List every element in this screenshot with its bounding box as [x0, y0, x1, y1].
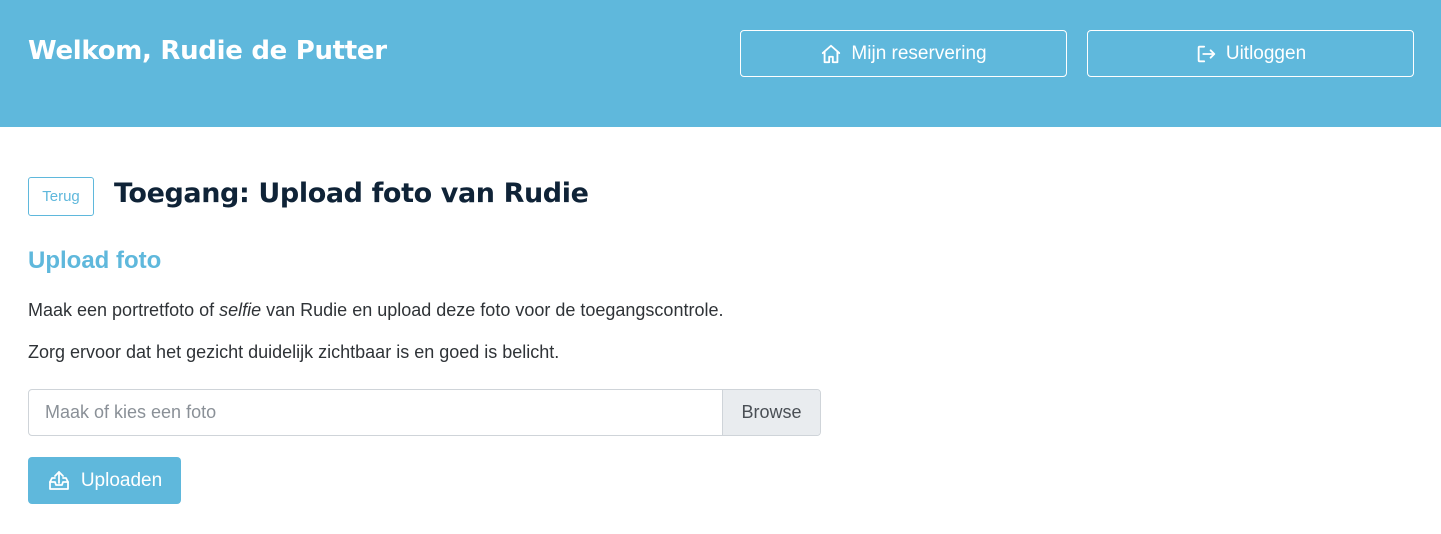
home-icon	[820, 43, 842, 65]
my-reservation-label: Mijn reservering	[851, 42, 987, 64]
my-reservation-button[interactable]: Mijn reservering	[740, 30, 1067, 77]
photo-file-input[interactable]: Maak of kies een foto Browse	[28, 389, 821, 436]
top-bar: Welkom, Rudie de Putter Mijn reservering…	[0, 0, 1441, 127]
logout-label: Uitloggen	[1225, 42, 1307, 64]
welcome-text: Welkom, Rudie de Putter	[28, 36, 387, 66]
selfie-emphasis: selfie	[219, 300, 262, 320]
browse-button[interactable]: Browse	[722, 390, 820, 435]
logout-button[interactable]: Uitloggen	[1087, 30, 1414, 77]
lighting-hint-text: Zorg ervoor dat het gezicht duidelijk zi…	[28, 342, 560, 362]
upload-button[interactable]: Uploaden	[28, 457, 181, 504]
upload-icon	[47, 469, 71, 493]
section-title: Upload foto	[28, 247, 162, 274]
back-button[interactable]: Terug	[28, 177, 94, 216]
instruction-text: Maak een portretfoto of selfie van Rudie…	[28, 300, 724, 320]
upload-label: Uploaden	[80, 469, 163, 491]
logout-icon	[1195, 43, 1217, 65]
photo-file-field[interactable]: Maak of kies een foto	[29, 390, 722, 435]
page-title: Toegang: Upload foto van Rudie	[114, 178, 589, 209]
